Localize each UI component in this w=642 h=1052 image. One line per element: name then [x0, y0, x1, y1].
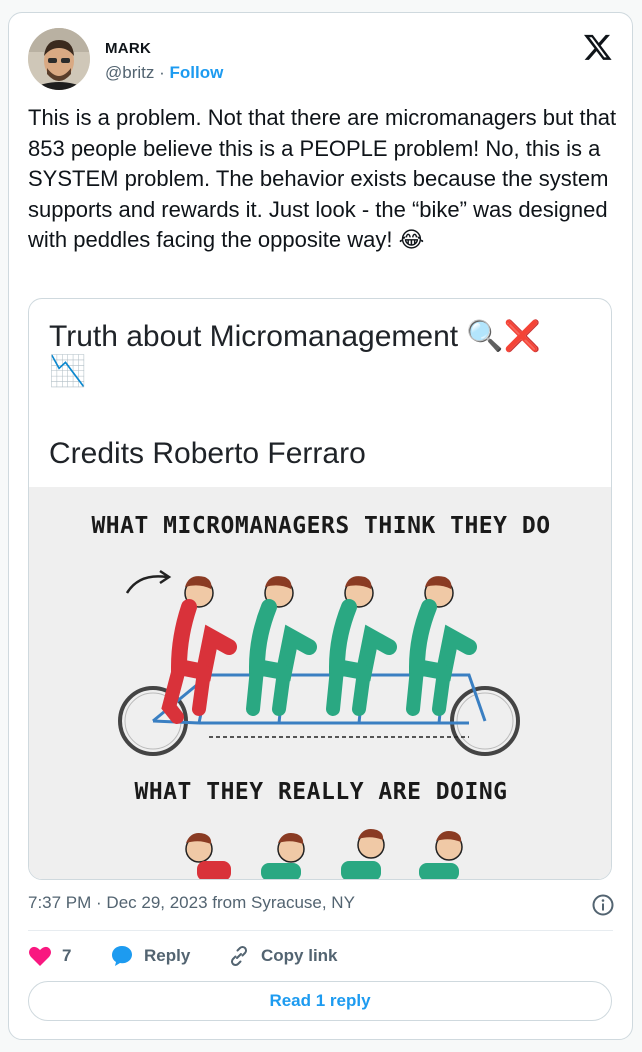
tandem-bike-drawing: [118, 569, 520, 879]
tweet-text: This is a problem. Not that there are mi…: [28, 105, 617, 252]
author-name[interactable]: MARK: [105, 40, 151, 57]
avatar-image: [28, 28, 90, 90]
action-bar: 7 Reply Copy link: [28, 941, 618, 971]
tweet-header: MARK @britz · Follow: [28, 28, 613, 92]
illustration-caption-top: WHAT MICROMANAGERS THINK THEY DO: [91, 513, 551, 539]
link-icon: [230, 945, 248, 967]
tandem-bike-illustration: WHAT MICROMANAGERS THINK THEY DO WHAT TH…: [29, 487, 611, 879]
reply-button[interactable]: Reply: [110, 941, 190, 971]
heart-icon: [29, 946, 51, 966]
avatar[interactable]: [28, 28, 90, 90]
second-panel-riders: [185, 829, 463, 879]
divider: [28, 930, 613, 931]
like-button[interactable]: 7: [28, 941, 71, 971]
media-title-text: Truth about Micromanagement 🔍❌: [49, 320, 542, 353]
reply-label: Reply: [144, 946, 191, 965]
boss-rider: [161, 576, 237, 724]
author-handle-row: @britz · Follow: [105, 63, 223, 83]
info-icon[interactable]: [591, 893, 615, 917]
worker-rider-1: [246, 576, 317, 716]
copy-link-button[interactable]: Copy link: [227, 941, 338, 971]
reply-bubble-icon: [112, 946, 132, 966]
tweet-media[interactable]: Truth about Micromanagement 🔍❌ 📉 Credits…: [28, 298, 612, 880]
like-count: 7: [62, 946, 72, 965]
handle-separator: ·: [154, 63, 170, 82]
x-logo-icon[interactable]: [583, 32, 613, 62]
copy-link-label: Copy link: [261, 946, 338, 965]
author-handle[interactable]: @britz: [105, 63, 154, 82]
media-credits: Credits Roberto Ferraro: [49, 437, 366, 470]
read-replies-button[interactable]: Read 1 reply: [28, 981, 612, 1021]
chart-decreasing-emoji: 📉: [49, 355, 87, 388]
worker-rider-2: [326, 576, 397, 716]
worker-rider-3: [406, 576, 477, 716]
media-title: Truth about Micromanagement 🔍❌ 📉: [49, 319, 541, 389]
illustration-caption-bottom: WHAT THEY REALLY ARE DOING: [134, 779, 508, 805]
tweet-timestamp[interactable]: 7:37 PM · Dec 29, 2023 from Syracuse, NY: [28, 893, 355, 913]
follow-button[interactable]: Follow: [169, 63, 223, 82]
tweet-card: MARK @britz · Follow This is a problem. …: [8, 12, 633, 1040]
